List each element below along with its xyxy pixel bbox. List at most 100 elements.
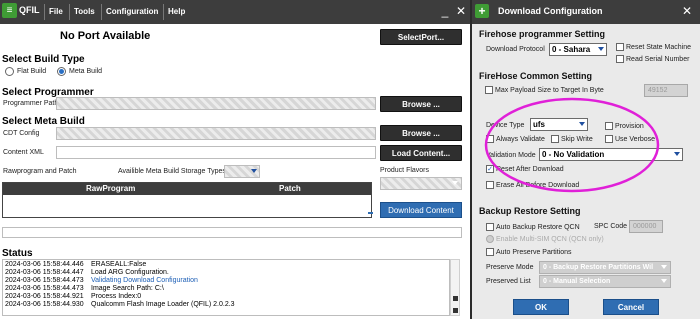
enable-multi-sim-radio[interactable]: [486, 235, 494, 243]
spc-code-label: SPC Code: [594, 223, 628, 230]
raw-patch-label: Rawprogram and Patch: [3, 168, 77, 175]
menu-configuration[interactable]: Configuration: [101, 4, 162, 20]
preserve-mode-label: Preserve Mode: [486, 264, 534, 271]
programmer-path-field[interactable]: [56, 97, 376, 110]
status-log: 2024-03-06 15:58:44.446 ERASEALL:False 202…: [2, 259, 450, 316]
log-message: Load ARG Configuration.: [91, 269, 169, 276]
log-timestamp: 2024-03-06 15:58:44.473: [5, 285, 84, 292]
cancel-button[interactable]: Cancel: [603, 299, 659, 315]
cdt-config-field[interactable]: [56, 127, 376, 140]
log-timestamp: 2024-03-06 15:58:44.921: [5, 293, 84, 300]
meta-build-label: Meta Build: [69, 68, 103, 75]
qfil-window: ≡ QFIL File Tools Configuration Help _ ✕…: [0, 0, 470, 319]
highlight-ellipse: [484, 97, 660, 193]
auto-preserve-label: Auto Preserve Partitions: [496, 248, 572, 256]
read-serial-number-label: Read Serial Number: [626, 55, 690, 63]
enable-multi-sim-option[interactable]: Enable Multi-SIM QCN (QCN only): [486, 235, 604, 243]
status-scrollbar[interactable]: [450, 259, 460, 316]
programmer-path-label: Programmer Path: [3, 100, 59, 107]
download-content-button[interactable]: Download Content: [380, 202, 462, 218]
firehose-programmer-title: Firehose programmer Setting: [479, 29, 606, 39]
menu-help[interactable]: Help: [163, 4, 189, 20]
download-protocol-value: 0 - Sahara: [552, 45, 591, 54]
reset-state-machine-checkbox[interactable]: [616, 43, 624, 51]
table-marker: [368, 212, 373, 214]
log-line: 2024-03-06 15:58:44.473 Image Search Path…: [5, 285, 447, 293]
dialog-close-icon[interactable]: ✕: [680, 4, 694, 19]
chevron-down-icon: [661, 279, 667, 283]
download-configuration-dialog: + Download Configuration ✕ Firehose prog…: [470, 0, 700, 319]
log-timestamp: 2024-03-06 15:58:44.473: [5, 277, 84, 284]
auto-preserve-checkbox[interactable]: [486, 248, 494, 256]
select-port-button[interactable]: SelectPort...: [380, 29, 462, 45]
ok-button[interactable]: OK: [513, 299, 569, 315]
meta-build-option[interactable]: Meta Build: [57, 67, 102, 76]
dialog-titlebar: + Download Configuration ✕: [472, 0, 700, 24]
qfil-logo-icon: ≡: [2, 3, 17, 18]
menu-file[interactable]: File: [44, 4, 67, 20]
preserved-list-value: 0 - Manual Selection: [543, 278, 611, 285]
preserve-mode-value: 0 - Backup Restore Partitions Wil: [543, 264, 654, 271]
meta-build-radio[interactable]: [57, 67, 66, 76]
auto-backup-checkbox[interactable]: [486, 223, 494, 231]
close-icon[interactable]: ✕: [454, 4, 468, 19]
product-flavors-label: Product Flavors: [380, 167, 430, 174]
log-line: 2024-03-06 15:58:44.473 Validating Downlo…: [5, 277, 447, 285]
chevron-down-icon: [674, 152, 680, 156]
log-line: 2024-03-06 15:58:44.930 Qualcomm Flash Im…: [5, 301, 447, 309]
log-message: Image Search Path: C:\: [91, 285, 164, 292]
download-protocol-select[interactable]: 0 - Sahara: [549, 43, 607, 56]
storage-types-label: Availible Meta Build Storage Types: [118, 168, 226, 175]
log-timestamp: 2024-03-06 15:58:44.446: [5, 261, 84, 268]
download-protocol-label: Download Protocol: [486, 46, 545, 53]
read-serial-number-checkbox[interactable]: [616, 55, 624, 63]
content-xml-label: Content XML: [3, 149, 44, 156]
cdt-config-label: CDT Config: [3, 130, 40, 137]
build-type-title: Select Build Type: [2, 54, 85, 65]
dialog-title: Download Configuration: [498, 6, 603, 16]
log-line: 2024-03-06 15:58:44.446 ERASEALL:False: [5, 261, 447, 269]
status-title: Status: [2, 248, 33, 259]
status-log-lines: 2024-03-06 15:58:44.446 ERASEALL:False 202…: [3, 260, 449, 310]
auto-preserve-option[interactable]: Auto Preserve Partitions: [486, 248, 571, 256]
log-message: ERASEALL:False: [91, 261, 147, 268]
backup-restore-title: Backup Restore Setting: [479, 206, 581, 216]
port-status: No Port Available: [60, 30, 151, 42]
read-serial-number-option[interactable]: Read Serial Number: [616, 55, 689, 63]
load-content-button[interactable]: Load Content...: [380, 145, 462, 161]
chevron-down-icon: [251, 169, 257, 173]
meta-build-title: Select Meta Build: [2, 116, 85, 127]
preserved-list-select[interactable]: 0 - Manual Selection: [539, 275, 671, 288]
spc-code-field[interactable]: 000000: [629, 220, 663, 233]
chevron-down-icon: [598, 47, 604, 51]
scroll-thumb[interactable]: [453, 296, 458, 301]
app-name: QFIL: [19, 5, 40, 15]
reset-state-machine-label: Reset State Machine: [626, 43, 691, 51]
programmer-browse-button[interactable]: Browse ...: [380, 96, 462, 112]
flat-build-option[interactable]: Flat Build: [5, 67, 46, 76]
log-line: 2024-03-06 15:58:44.447 Load ARG Configur…: [5, 269, 447, 277]
flat-build-label: Flat Build: [17, 68, 47, 75]
auto-backup-option[interactable]: Auto Backup Restore QCN: [486, 223, 580, 231]
content-xml-field[interactable]: [56, 146, 376, 159]
reset-state-machine-option[interactable]: Reset State Machine: [616, 43, 691, 51]
log-message: Validating Download Configuration: [91, 277, 198, 284]
product-flavors-select[interactable]: [380, 177, 462, 190]
table-header: RawProgram Patch: [3, 183, 371, 195]
minimize-icon[interactable]: _: [438, 4, 452, 19]
log-message: Qualcomm Flash Image Loader (QFIL) 2.0.2…: [91, 301, 235, 308]
auto-backup-label: Auto Backup Restore QCN: [496, 223, 580, 231]
menu-tools[interactable]: Tools: [69, 4, 99, 20]
storage-types-select[interactable]: [224, 165, 260, 178]
col-patch: Patch: [279, 184, 301, 193]
log-line: 2024-03-06 15:58:44.921 Process Index:0: [5, 293, 447, 301]
scroll-thumb-lower[interactable]: [453, 308, 458, 313]
flat-build-radio[interactable]: [5, 67, 14, 76]
firehose-common-title: FireHose Common Setting: [479, 71, 593, 81]
col-rawprogram: RawProgram: [86, 184, 136, 193]
preserve-mode-select[interactable]: 0 - Backup Restore Partitions Wil: [539, 261, 671, 274]
cdt-browse-button[interactable]: Browse ...: [380, 125, 462, 141]
log-timestamp: 2024-03-06 15:58:44.447: [5, 269, 84, 276]
chevron-down-icon: [661, 265, 667, 269]
log-message: Process Index:0: [91, 293, 142, 300]
